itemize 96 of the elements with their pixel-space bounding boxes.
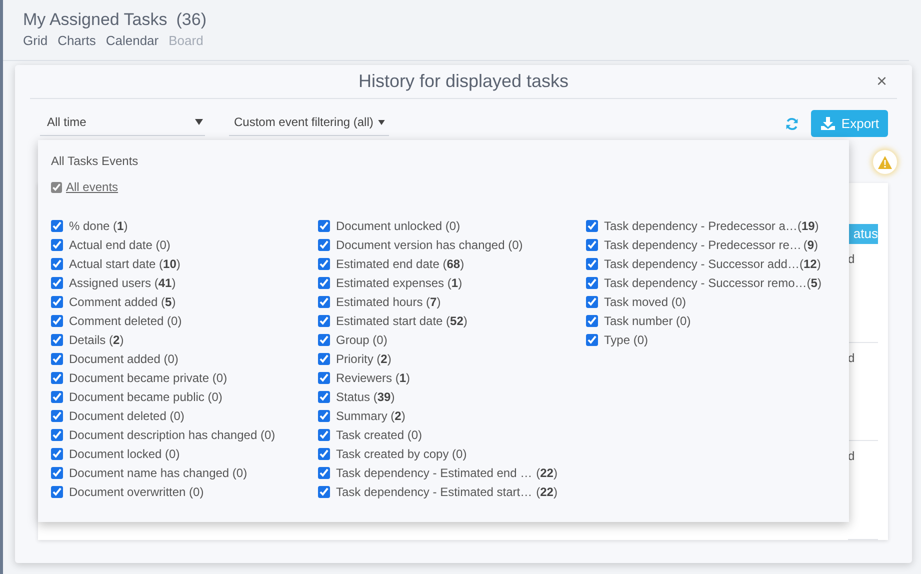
all-events-link[interactable]: All events — [66, 180, 118, 194]
event-checkbox[interactable] — [51, 352, 63, 364]
event-label: Task created by copy (0) — [336, 446, 467, 460]
event-label: Task created (0) — [336, 428, 422, 442]
page-title: My Assigned Tasks — [23, 10, 168, 30]
event-checkbox[interactable] — [51, 466, 63, 478]
event-label: Estimated end date (68) — [336, 256, 464, 270]
event-label: Task dependency - Estimated end … — [336, 466, 532, 480]
event-label: Type (0) — [604, 332, 648, 346]
event-checkbox[interactable] — [318, 314, 330, 326]
event-checkbox[interactable] — [318, 448, 330, 460]
event-label: Task moved (0) — [604, 294, 686, 308]
view-link[interactable]: Grid — [23, 33, 48, 48]
event-label: Task dependency - Successor remo… — [604, 276, 807, 290]
caret-icon — [378, 120, 386, 124]
event-checkbox[interactable] — [51, 258, 63, 270]
task-count: (36) — [176, 10, 206, 30]
event-label: Reviewers (1) — [336, 370, 410, 384]
event-label: Document unlocked (0) — [336, 218, 460, 232]
event-label: Comment added (5) — [69, 294, 176, 308]
event-checkbox[interactable] — [51, 372, 63, 384]
event-count: (19) — [797, 218, 819, 232]
event-label: Assigned users (41) — [69, 276, 176, 290]
event-checkbox[interactable] — [51, 390, 63, 402]
all-events-checkbox[interactable] — [51, 182, 62, 192]
event-label: Priority (2) — [336, 352, 392, 366]
event-label: Document deleted (0) — [69, 408, 184, 422]
event-checkbox[interactable] — [586, 258, 598, 270]
event-label: Status (39) — [336, 390, 395, 404]
event-label: Document name has changed (0) — [69, 466, 248, 480]
event-checkbox[interactable] — [51, 296, 63, 308]
event-label: Document added (0) — [69, 352, 178, 366]
event-checkbox[interactable] — [318, 372, 330, 384]
event-label: Summary (2) — [336, 408, 406, 422]
event-label: Group (0) — [336, 332, 388, 346]
event-count: (22) — [536, 484, 558, 498]
event-label: Task dependency - Predecessor a… — [604, 218, 798, 232]
event-label: Task dependency - Predecessor re… — [604, 238, 802, 252]
event-checkbox[interactable] — [586, 314, 598, 326]
event-label: % done (1) — [69, 218, 128, 232]
event-label: Task number (0) — [604, 314, 691, 328]
event-label: Document description has changed (0) — [69, 428, 276, 442]
event-checkbox[interactable] — [51, 428, 63, 440]
event-count: (5) — [806, 276, 822, 290]
event-checkbox[interactable] — [51, 238, 63, 250]
event-label: Actual start date (10) — [69, 256, 180, 270]
event-checkbox[interactable] — [586, 276, 598, 288]
event-label: Task dependency - Successor add… — [604, 256, 800, 270]
event-count: (22) — [536, 466, 558, 480]
event-label: Comment deleted (0) — [69, 314, 182, 328]
event-checkbox[interactable] — [318, 428, 330, 440]
event-checkbox[interactable] — [51, 410, 63, 422]
event-checkbox[interactable] — [51, 448, 63, 460]
download-icon — [821, 117, 836, 130]
event-label: Estimated hours (7) — [336, 294, 441, 308]
view-link[interactable]: Calendar — [106, 33, 159, 48]
event-filter-dropdown[interactable]: Custom event filtering (all) — [229, 111, 390, 136]
event-checkbox[interactable] — [51, 334, 63, 346]
event-checkbox[interactable] — [318, 258, 330, 270]
event-checkbox[interactable] — [586, 220, 598, 232]
popup-heading: All Tasks Events — [51, 154, 140, 168]
event-checkbox[interactable] — [318, 352, 330, 364]
event-label: Document locked (0) — [69, 446, 180, 460]
event-checkbox[interactable] — [318, 220, 330, 232]
event-checkbox[interactable] — [586, 334, 598, 346]
event-label: Actual end date (0) — [69, 238, 170, 252]
event-checkbox[interactable] — [318, 390, 330, 402]
event-label: Document became private (0) — [69, 370, 228, 384]
refresh-icon[interactable] — [785, 116, 800, 130]
event-checkbox[interactable] — [318, 334, 330, 346]
modal-title: History for displayed tasks — [358, 71, 569, 92]
event-checkbox[interactable] — [318, 410, 330, 422]
period-dropdown[interactable]: All time — [40, 111, 205, 136]
event-checkbox[interactable] — [318, 486, 330, 498]
event-checkbox[interactable] — [51, 276, 63, 288]
event-checkbox[interactable] — [318, 238, 330, 250]
event-label: Estimated start date (52) — [336, 314, 468, 328]
event-label: Document overwritten (0) — [69, 484, 204, 498]
event-checkbox[interactable] — [318, 466, 330, 478]
event-label: Details (2) — [69, 332, 124, 346]
event-checkbox[interactable] — [318, 276, 330, 288]
caret-icon — [195, 119, 203, 125]
event-checkbox[interactable] — [51, 314, 63, 326]
event-checkbox[interactable] — [318, 296, 330, 308]
event-label: Document became public (0) — [69, 390, 222, 404]
event-checkbox[interactable] — [586, 238, 598, 250]
event-checkbox[interactable] — [51, 220, 63, 232]
event-label: Document version has changed (0) — [336, 238, 523, 252]
view-link[interactable]: Charts — [58, 33, 96, 48]
close-button[interactable]: × — [874, 71, 889, 92]
event-checkbox[interactable] — [586, 296, 598, 308]
event-count: (12) — [799, 256, 821, 270]
event-checkbox[interactable] — [51, 486, 63, 498]
event-count: (9) — [803, 238, 818, 252]
event-label: Estimated expenses (1) — [336, 276, 462, 290]
event-label: Task dependency - Estimated start… — [336, 484, 532, 498]
